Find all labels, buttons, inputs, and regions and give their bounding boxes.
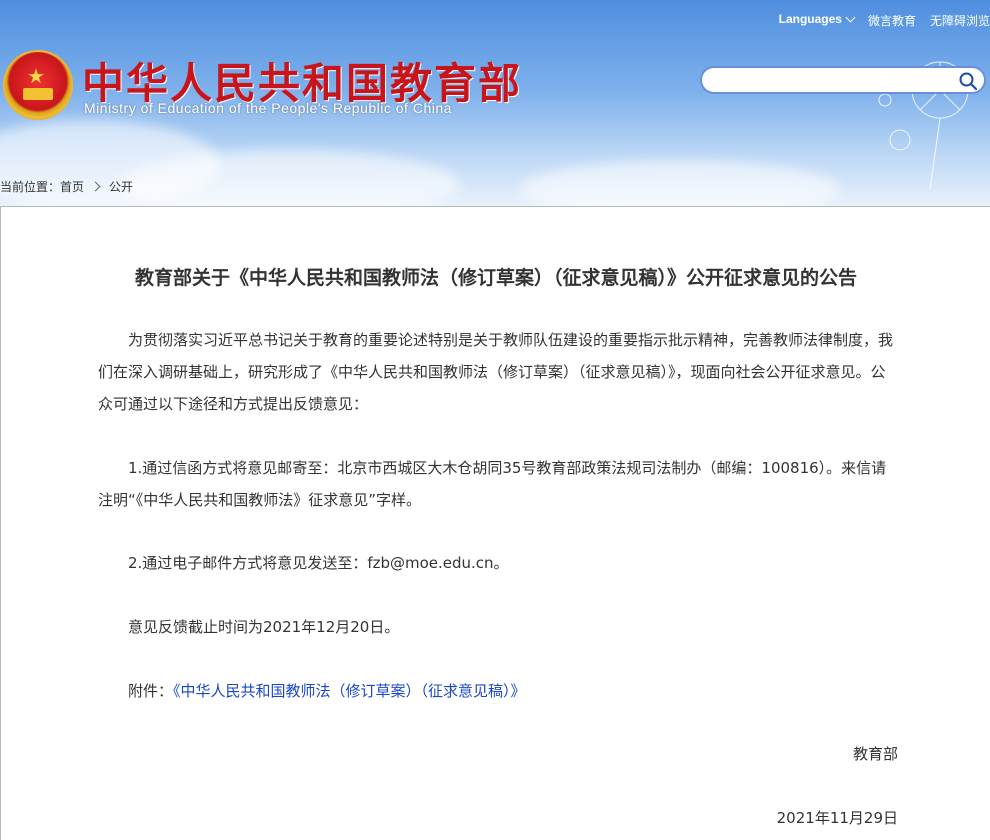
attachment-line: 附件：《中华人民共和国教师法（修订草案）（征求意见稿）》 (98, 675, 898, 707)
languages-label: Languages (778, 12, 842, 26)
top-navigation: Languages 微言教育 无障碍浏览 (779, 12, 990, 29)
breadcrumb-prefix: 当前位置： (0, 180, 61, 194)
chevron-right-icon (90, 181, 101, 192)
search-box (700, 66, 986, 94)
article-paragraph: 意见反馈截止时间为2021年12月20日。 (128, 618, 400, 636)
languages-menu[interactable]: Languages (778, 12, 856, 29)
national-emblem-icon[interactable]: ★ (3, 50, 73, 120)
breadcrumb-current[interactable]: 公开 (109, 180, 133, 194)
article-title: 教育部关于《中华人民共和国教师法（修订草案）（征求意见稿）》公开征求意见的公告 (134, 267, 857, 289)
article-container: 教育部关于《中华人民共和国教师法（修订草案）（征求意见稿）》公开征求意见的公告 … (0, 206, 990, 840)
search-icon[interactable] (958, 71, 978, 91)
accessibility-link[interactable]: 无障碍浏览 (930, 12, 990, 29)
site-header: ★ 中华人民共和国教育部 Ministry of Education of th… (0, 0, 990, 206)
dandelion-decoration (878, 61, 969, 190)
attachment-link[interactable]: 《中华人民共和国教师法（修订草案）（征求意见稿）》 (173, 682, 526, 700)
attachment-label: 附件： (128, 682, 174, 700)
chevron-down-icon (845, 12, 856, 23)
cloud-decoration (520, 160, 840, 206)
breadcrumb-home[interactable]: 首页 (60, 180, 84, 194)
article-paragraph: 为贯彻落实习近平总书记关于教育的重要论述特别是关于教师队伍建设的重要指示批示精神… (98, 331, 894, 413)
article-signature: 教育部 (852, 745, 898, 763)
article-paragraph: 2.通过电子邮件方式将意见发送至：fzb@moe.edu.cn。 (128, 554, 509, 572)
article-date: 2021年11月29日 (776, 809, 898, 827)
article-paragraph: 1.通过信函方式将意见邮寄至：北京市西城区大木仓胡同35号教育部政策法规司法制办… (98, 459, 887, 509)
search-input[interactable] (714, 72, 958, 92)
weibo-link[interactable]: 微言教育 (868, 12, 916, 29)
site-subtitle: Ministry of Education of the People's Re… (84, 100, 452, 116)
breadcrumb: 当前位置：首页 公开 (0, 178, 133, 195)
